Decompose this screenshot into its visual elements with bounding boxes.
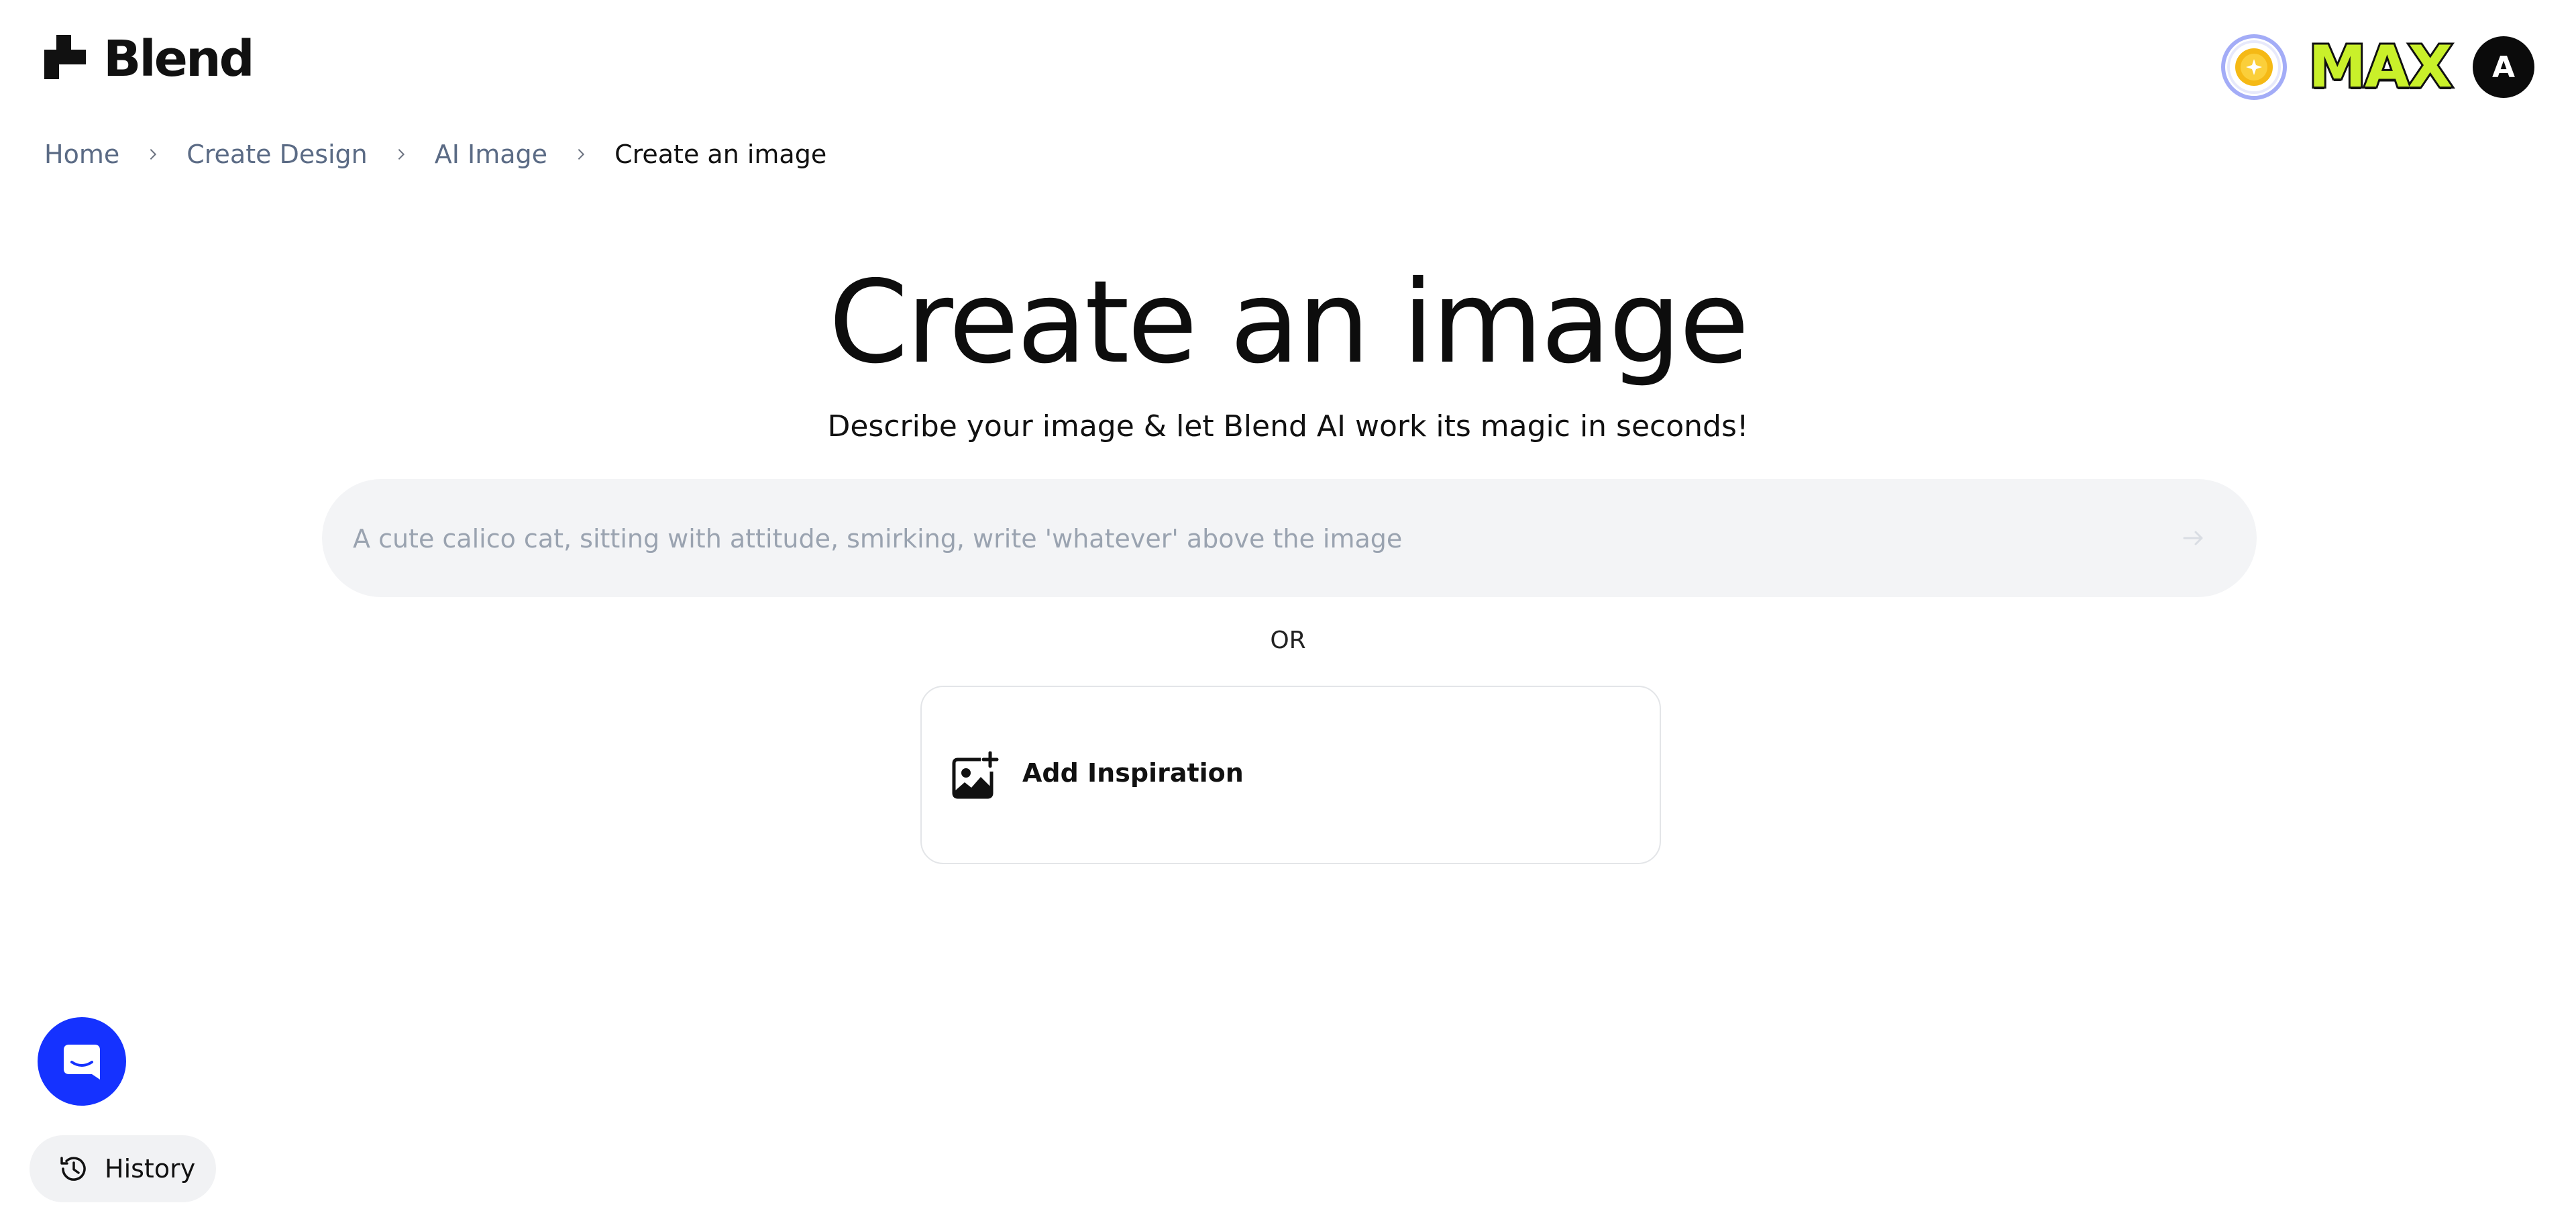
arrow-right-icon: [2183, 531, 2203, 545]
breadcrumb-create-design[interactable]: Create Design: [186, 140, 368, 169]
chevron-right-icon: [146, 147, 160, 162]
breadcrumb-current: Create an image: [614, 140, 827, 169]
add-inspiration-label: Add Inspiration: [1022, 758, 1244, 788]
brand-logo[interactable]: Blend: [44, 30, 255, 88]
or-divider: OR: [1270, 627, 1306, 654]
avatar[interactable]: A: [2473, 36, 2534, 98]
chevron-right-icon: [394, 147, 408, 162]
blend-logo-icon: [44, 35, 86, 79]
add-inspiration-button[interactable]: Add Inspiration: [920, 686, 1661, 864]
coin-icon[interactable]: [2220, 34, 2288, 101]
page-subtitle: Describe your image & let Blend AI work …: [827, 409, 1749, 443]
header-actions: MAX A: [2220, 34, 2534, 101]
image-add-icon: [952, 751, 999, 799]
breadcrumb: Home Create Design AI Image Create an im…: [44, 140, 826, 169]
plan-badge[interactable]: MAX: [2307, 36, 2455, 98]
history-button[interactable]: History: [30, 1135, 216, 1202]
chat-bubble-icon: [64, 1045, 100, 1080]
breadcrumb-home[interactable]: Home: [44, 140, 119, 169]
chat-launcher-button[interactable]: [38, 1017, 126, 1106]
page-title: Create an image: [828, 256, 1749, 389]
chevron-right-icon: [574, 147, 588, 162]
send-button[interactable]: [2175, 519, 2212, 557]
breadcrumb-ai-image[interactable]: AI Image: [435, 140, 547, 169]
brand-name: Blend: [103, 30, 255, 88]
history-label: History: [105, 1154, 196, 1184]
prompt-container: [322, 479, 2257, 598]
history-icon: [60, 1157, 86, 1181]
prompt-input[interactable]: [352, 479, 2165, 598]
